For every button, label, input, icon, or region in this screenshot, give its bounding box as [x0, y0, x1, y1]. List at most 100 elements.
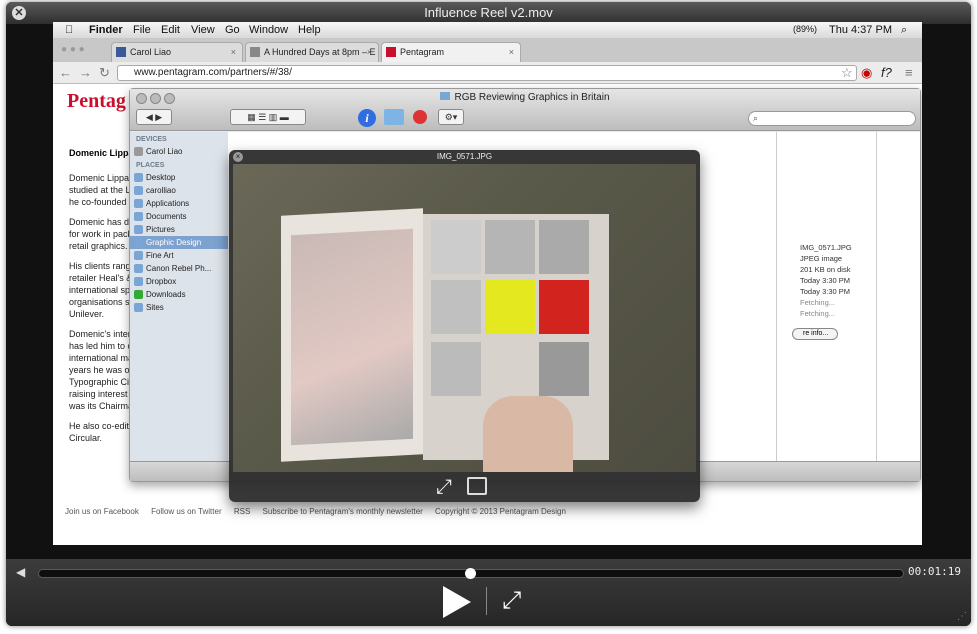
quicktime-window: ✕ Influence Reel v2.mov  Finder File Ed…: [6, 2, 971, 626]
sidebar-item-label: Canon Rebel Ph...: [146, 264, 212, 273]
back-forward-button[interactable]: ◀ ▶: [136, 109, 172, 125]
sites-icon: [134, 303, 143, 312]
bio-paragraph: His clients rang retailer Heal's & inter…: [69, 261, 131, 319]
new-folder-icon[interactable]: [384, 109, 404, 125]
sidebar-item-label: Fine Art: [146, 251, 174, 260]
sidebar-item-dropbox[interactable]: Dropbox: [130, 275, 228, 288]
close-icon[interactable]: ×: [231, 43, 236, 61]
sidebar-item-canon-rebel[interactable]: Canon Rebel Ph...: [130, 262, 228, 275]
newsletter-link[interactable]: Subscribe to Pentagram's monthly newslet…: [263, 507, 423, 516]
close-icon[interactable]: ✕: [12, 6, 26, 20]
menu-window: Window: [249, 24, 289, 36]
sidebar-item-label: Carol Liao: [146, 147, 183, 156]
sidebar-item-sites[interactable]: Sites: [130, 301, 228, 314]
sidebar-item-label: Desktop: [146, 173, 176, 182]
fullscreen-icon[interactable]: ⤢: [502, 587, 521, 615]
bio-paragraph: Domenic Lippa studied at the L he co-fou…: [69, 173, 131, 207]
sidebar-item-pictures[interactable]: Pictures: [130, 223, 228, 236]
menu-view: View: [191, 24, 215, 36]
playhead[interactable]: [465, 568, 476, 579]
bio-paragraph: He also co-edits Circular.: [69, 421, 131, 443]
pentagram-logo: Pentag: [67, 90, 126, 112]
close-icon[interactable]: ×: [367, 43, 372, 61]
apple-icon: : [65, 24, 73, 36]
sidebar-item-downloads[interactable]: Downloads: [130, 288, 228, 301]
sidebar-item-carol-liao[interactable]: Carol Liao: [130, 145, 228, 158]
book-left-page: [281, 208, 423, 462]
close-icon[interactable]: ×: [509, 43, 514, 61]
sidebar-heading-places: PLACES: [136, 162, 165, 169]
fullscreen-icon[interactable]: ⤢: [436, 476, 452, 499]
twitter-link[interactable]: Follow us on Twitter: [151, 507, 222, 516]
home-icon: [134, 186, 143, 195]
action-gear-button[interactable]: ⚙▾: [438, 109, 464, 125]
partner-bio: Domenic Lippa studied at the L he co-fou…: [69, 172, 131, 452]
more-info-button[interactable]: re info...: [792, 328, 838, 340]
opera-icon[interactable]: ◉: [861, 65, 872, 81]
info-icon[interactable]: i: [358, 109, 376, 127]
player-titlebar: ✕ Influence Reel v2.mov: [6, 2, 971, 24]
sidebar-item-applications[interactable]: Applications: [130, 197, 228, 210]
downloads-icon: [134, 290, 143, 299]
folder-icon: [134, 238, 143, 247]
search-icon: ⌕: [753, 113, 759, 123]
window-controls-icon: ● ● ●: [61, 44, 85, 55]
quicklook-panel: × IMG_0571.JPG ⤢: [229, 150, 700, 502]
tab-hundred-days[interactable]: A Hundred Days at 8pm – E ×: [245, 42, 379, 62]
documents-icon: [134, 212, 143, 221]
search-input[interactable]: ⌕: [748, 111, 916, 126]
rss-link[interactable]: RSS: [234, 507, 250, 516]
menu-edit: Edit: [161, 24, 180, 36]
bio-paragraph: Domenic's inter has led him to c interna…: [69, 329, 131, 411]
finder-toolbar: RGB Reviewing Graphics in Britain ◀ ▶ ▦ …: [130, 89, 920, 131]
finder-sidebar: DEVICES Carol Liao PLACES Desktop caroll…: [130, 132, 228, 462]
volume-icon[interactable]: ◀: [16, 565, 25, 579]
forward-icon[interactable]: →: [79, 65, 92, 80]
mac-menubar:  Finder File Edit View Go Window Help (…: [53, 22, 922, 38]
video-frame:  Finder File Edit View Go Window Help (…: [53, 22, 922, 545]
player-title: Influence Reel v2.mov: [424, 5, 553, 20]
player-controls: ◀ 00:01:19 ⤢ ⋰: [6, 559, 971, 626]
back-icon[interactable]: ←: [59, 65, 72, 80]
folder-icon: [440, 92, 451, 100]
partner-name: Domenic Lippa: [69, 148, 131, 158]
resize-grip-icon[interactable]: ⋰: [957, 611, 967, 622]
reload-icon[interactable]: ↻: [99, 65, 110, 81]
sidebar-item-fine-art[interactable]: Fine Art: [130, 249, 228, 262]
sidebar-heading-devices: DEVICES: [136, 136, 167, 143]
sidebar-item-label: Dropbox: [146, 277, 177, 286]
delete-icon[interactable]: [413, 110, 427, 124]
tab-pentagram[interactable]: Pentagram ×: [381, 42, 521, 62]
sidebar-item-home[interactable]: carolliao: [130, 184, 228, 197]
column-divider[interactable]: [876, 132, 877, 462]
info-fetching: Fetching...: [800, 309, 836, 318]
tab-carol-liao[interactable]: Carol Liao ×: [111, 42, 243, 62]
folder-icon: [134, 264, 143, 273]
sidebar-item-documents[interactable]: Documents: [130, 210, 228, 223]
scrubber[interactable]: [38, 568, 904, 579]
star-icon[interactable]: ☆: [841, 65, 853, 81]
applications-icon: [134, 199, 143, 208]
copyright: Copyright © 2013 Pentagram Design: [435, 507, 566, 516]
view-mode-buttons[interactable]: ▦ ☰ ▥ ▬: [230, 109, 306, 125]
add-to-iphoto-icon[interactable]: [467, 477, 487, 495]
bio-paragraph: Domenic has de for work in pack retail g…: [69, 217, 131, 251]
sidebar-item-label: Downloads: [146, 290, 186, 299]
menu-go: Go: [225, 24, 240, 36]
sidebar-item-label: carolliao: [146, 186, 176, 195]
url-input[interactable]: www.pentagram.com/partners/#/38/: [117, 65, 857, 81]
menu-icon[interactable]: ≡: [905, 65, 913, 80]
tab-label: Pentagram: [400, 47, 445, 57]
info-created: Today 3:30 PM: [800, 276, 851, 285]
sidebar-item-graphic-design[interactable]: Graphic Design: [130, 236, 228, 249]
sidebar-item-label: Documents: [146, 212, 187, 221]
photo-preview: [233, 164, 696, 472]
facebook-icon: [116, 47, 126, 57]
facebook-link[interactable]: Join us on Facebook: [65, 507, 139, 516]
play-icon[interactable]: [443, 586, 471, 618]
sidebar-item-desktop[interactable]: Desktop: [130, 171, 228, 184]
menubar-clock: Thu 4:37 PM: [829, 24, 892, 36]
column-divider[interactable]: [776, 132, 777, 462]
extension-icon[interactable]: f?: [881, 65, 892, 80]
info-modified: Today 3:30 PM: [800, 287, 851, 296]
